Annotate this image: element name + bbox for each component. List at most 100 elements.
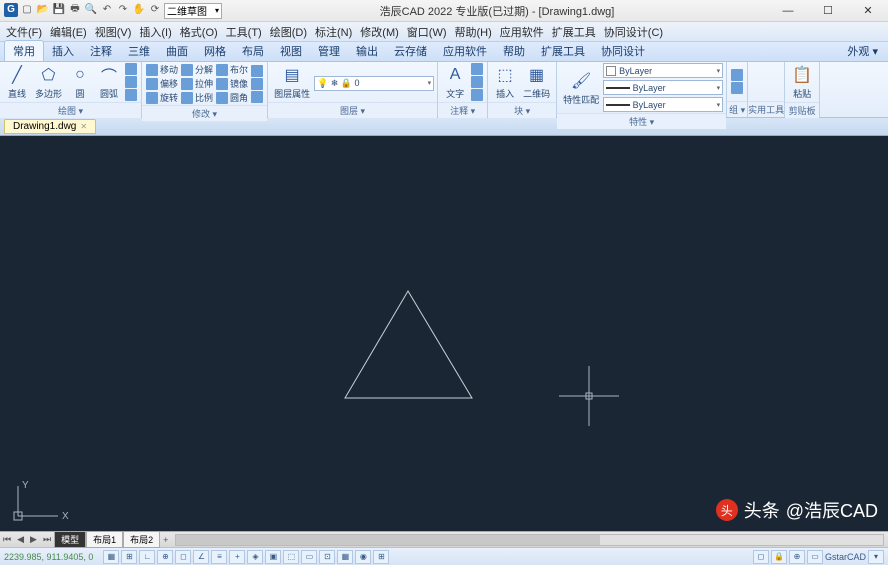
offset-button[interactable]: 偏移 [145,77,179,90]
line-button[interactable]: ╱直线 [3,63,31,101]
ann-s2[interactable] [470,76,484,88]
layout-model-tab[interactable]: 模型 [54,531,86,548]
status-btn[interactable]: ▣ [265,550,281,564]
decompose-button[interactable]: 分解 [180,63,214,76]
layout-nav-last[interactable]: ⏭ [40,534,54,545]
status-btn[interactable]: ⬚ [283,550,299,564]
grid-toggle[interactable]: ⊞ [121,550,137,564]
menu-insert[interactable]: 插入(I) [139,24,171,40]
tab-cloud[interactable]: 云存储 [386,41,435,61]
menu-apps[interactable]: 应用软件 [500,24,544,40]
layout-2-tab[interactable]: 布局2 [123,531,160,548]
tab-ext[interactable]: 扩展工具 [533,41,593,61]
panel-label[interactable]: 图层 ▾ [268,102,437,118]
draw-small-1[interactable] [124,63,138,75]
tab-collab[interactable]: 协同设计 [593,41,653,61]
menu-file[interactable]: 文件(F) [6,24,42,40]
tab-home[interactable]: 常用 [4,40,44,61]
layout-add[interactable]: + [160,535,171,545]
lineweight-combo[interactable]: ByLayer [603,97,723,112]
mod-s3[interactable] [250,91,264,103]
match-props-button[interactable]: 🖌特性匹配 [560,69,602,107]
draw-small-3[interactable] [124,89,138,101]
menu-help[interactable]: 帮助(H) [455,24,492,40]
tab-output[interactable]: 输出 [348,41,386,61]
panel-label[interactable]: 特性 ▾ [557,113,726,129]
status-btn[interactable]: ⊡ [319,550,335,564]
panel-label[interactable]: 绘图 ▾ [0,102,141,118]
fillet-button[interactable]: 圆角 [215,91,249,104]
panel-label[interactable]: 修改 ▾ [142,105,267,121]
polar-toggle[interactable]: ⊕ [157,550,173,564]
ann-s1[interactable] [470,63,484,75]
layout-nav-prev[interactable]: ◀ [14,534,27,545]
ortho-toggle[interactable]: ∟ [139,550,155,564]
menu-format[interactable]: 格式(O) [180,24,218,40]
layout-nav-next[interactable]: ▶ [27,534,40,545]
panel-label[interactable]: 注释 ▾ [438,102,487,118]
arc-button[interactable]: ⌒圆弧 [95,63,123,101]
minimize-button[interactable]: — [768,0,808,22]
lwt-toggle[interactable]: ≡ [211,550,227,564]
qr-button[interactable]: ▦二维码 [520,63,553,101]
osnap-toggle[interactable]: ◻ [175,550,191,564]
status-right-btn[interactable]: ⊕ [789,550,805,564]
tab-apps[interactable]: 应用软件 [435,41,495,61]
undo-icon[interactable]: ↶ [100,3,114,17]
drawing-canvas[interactable]: Y X 头 头条 @浩辰CAD [0,136,888,531]
status-right-btn[interactable]: ◻ [753,550,769,564]
ribbon-appearance[interactable]: 外观 ▾ [841,41,884,61]
close-tab-icon[interactable]: ✕ [80,122,87,131]
status-right-btn[interactable]: ▾ [868,550,884,564]
status-btn[interactable]: ◈ [247,550,263,564]
circle-button[interactable]: ○圆 [66,63,94,101]
layout-nav-first[interactable]: ⏮ [0,534,14,545]
tab-mesh[interactable]: 网格 [196,41,234,61]
scrollbar-thumb[interactable] [176,535,600,545]
menu-edit[interactable]: 编辑(E) [50,24,87,40]
color-combo[interactable]: ByLayer [603,63,723,78]
status-right-btn[interactable]: ▭ [807,550,823,564]
menu-ext[interactable]: 扩展工具 [552,24,596,40]
otrack-toggle[interactable]: ∠ [193,550,209,564]
sync-icon[interactable]: ⟳ [148,3,162,17]
status-btn[interactable]: ⊞ [373,550,389,564]
tab-surface[interactable]: 曲面 [158,41,196,61]
layer-props-button[interactable]: ▤图层属性 [271,63,313,101]
move-button[interactable]: 移动 [145,63,179,76]
app-logo-icon[interactable]: G [4,3,18,17]
redo-icon[interactable]: ↷ [116,3,130,17]
status-right-btn[interactable]: 🔒 [771,550,787,564]
dyn-toggle[interactable]: + [229,550,245,564]
hand-icon[interactable]: ✋ [132,3,146,17]
menu-dimension[interactable]: 标注(N) [315,24,352,40]
mod-s2[interactable] [250,78,264,90]
doc-tab-active[interactable]: Drawing1.dwg ✕ [4,119,96,134]
tab-layout[interactable]: 布局 [234,41,272,61]
layout-1-tab[interactable]: 布局1 [86,531,123,548]
paste-button[interactable]: 📋粘贴 [788,63,816,101]
mirror-button[interactable]: 镜像 [215,77,249,90]
layer-combo[interactable]: 💡 ❄ 🔒 0 [314,76,434,91]
menu-window[interactable]: 窗口(W) [407,24,447,40]
stretch-button[interactable]: 拉伸 [180,77,214,90]
h-scrollbar[interactable] [175,534,884,546]
open-icon[interactable]: 📂 [36,3,50,17]
menu-modify[interactable]: 修改(M) [360,24,399,40]
tab-manage[interactable]: 管理 [310,41,348,61]
mod-s1[interactable] [250,65,264,77]
scale-button[interactable]: 比例 [180,91,214,104]
preview-icon[interactable]: 🔍 [84,3,98,17]
workspace-combo[interactable]: 二维草图 [164,3,222,19]
close-button[interactable]: ✕ [848,0,888,22]
status-btn[interactable]: ▦ [337,550,353,564]
insert-block-button[interactable]: ⬚插入 [491,63,519,101]
rotate-button[interactable]: 旋转 [145,91,179,104]
bool-button[interactable]: 布尔 [215,63,249,76]
linetype-combo[interactable]: ByLayer [603,80,723,95]
save-icon[interactable]: 💾 [52,3,66,17]
grp-s1[interactable] [730,69,744,81]
text-button[interactable]: A文字 [441,63,469,101]
menu-collab[interactable]: 协同设计(C) [604,24,663,40]
maximize-button[interactable]: ☐ [808,0,848,22]
